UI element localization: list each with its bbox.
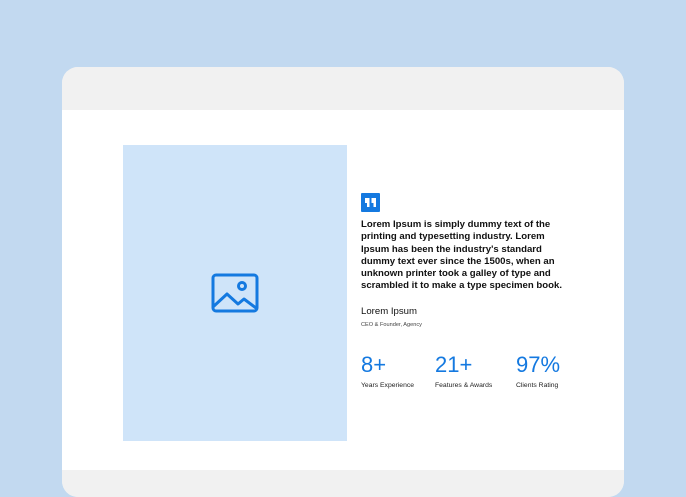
stat-label: Clients Rating bbox=[516, 382, 559, 389]
stat-features-awards: 21+ Features & Awards bbox=[435, 352, 493, 390]
image-icon bbox=[211, 273, 259, 313]
image-placeholder bbox=[123, 145, 347, 441]
author-role: CEO & Founder, Agency bbox=[361, 322, 422, 328]
stat-value: 21+ bbox=[435, 352, 473, 377]
stat-years-experience: 8+ Years Experience bbox=[361, 352, 415, 390]
stat-value: 8+ bbox=[361, 352, 387, 377]
window-titlebar bbox=[62, 67, 624, 110]
stat-clients-rating: 97% Clients Rating bbox=[516, 352, 561, 390]
stat-label: Years Experience bbox=[361, 382, 415, 389]
testimonial-quote: Lorem Ipsum is simply dummy text of the … bbox=[361, 219, 563, 292]
browser-window: Lorem Ipsum is simply dummy text of the … bbox=[62, 67, 624, 497]
stat-value: 97% bbox=[516, 352, 561, 377]
next-section-strip bbox=[62, 470, 624, 497]
stat-label: Features & Awards bbox=[435, 382, 493, 389]
quote-icon bbox=[361, 193, 380, 212]
testimonial-section: Lorem Ipsum is simply dummy text of the … bbox=[62, 110, 624, 470]
author-name: Lorem Ipsum bbox=[361, 306, 417, 317]
